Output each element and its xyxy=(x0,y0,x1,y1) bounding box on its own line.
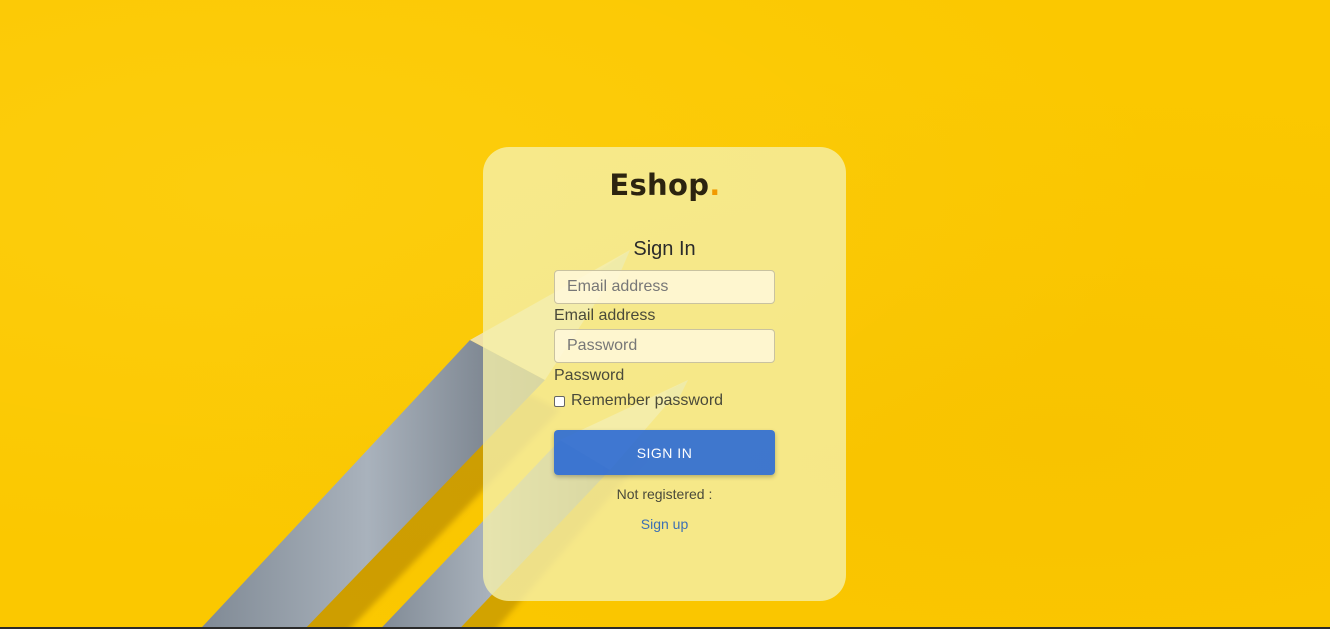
brand-dot: . xyxy=(709,168,721,202)
password-input[interactable] xyxy=(554,329,775,363)
brand-name: Eshop xyxy=(609,168,710,202)
brand-logo: Eshop. xyxy=(0,168,1330,202)
remember-password-checkbox[interactable] xyxy=(554,395,565,407)
sign-up-link[interactable]: Sign up xyxy=(554,516,775,532)
password-label: Password xyxy=(554,367,625,384)
email-label: Email address xyxy=(554,307,656,324)
remember-password-row[interactable]: Remember password xyxy=(554,392,723,410)
email-input[interactable] xyxy=(554,270,775,304)
remember-password-label: Remember password xyxy=(571,392,724,409)
not-registered-text: Not registered : xyxy=(616,486,713,502)
sign-in-button[interactable]: SIGN IN xyxy=(554,430,775,475)
form-title: Sign In xyxy=(633,238,696,260)
login-card xyxy=(483,147,846,601)
